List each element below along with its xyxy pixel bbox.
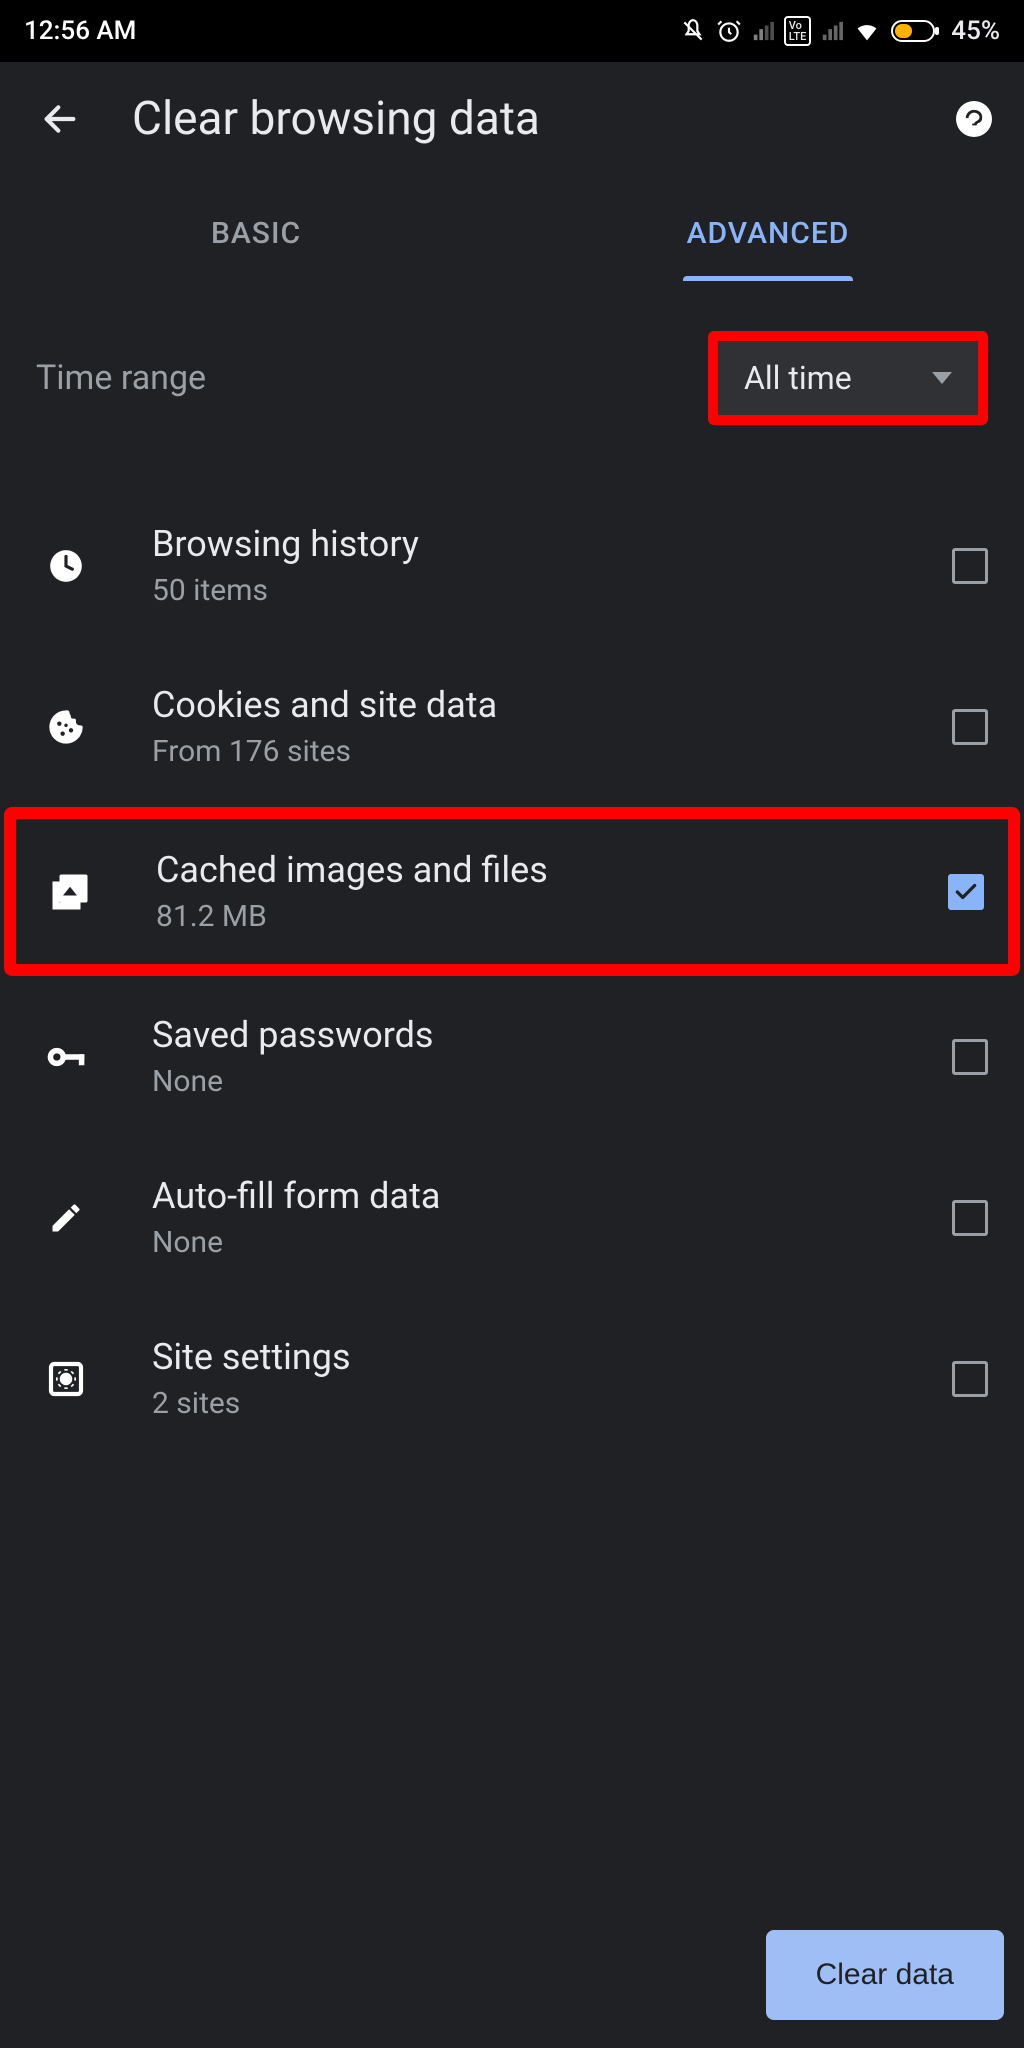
signal-icon-2 [821, 20, 843, 42]
option-text: Saved passwords None [152, 1014, 952, 1099]
alarm-icon [716, 18, 742, 44]
battery-percent: 45% [951, 16, 1000, 46]
option-text: Browsing history 50 items [152, 523, 952, 608]
checkbox[interactable] [952, 1039, 988, 1075]
option-text: Site settings 2 sites [152, 1336, 952, 1421]
time-range-value: All time [744, 359, 852, 397]
checkbox[interactable] [952, 548, 988, 584]
signal-icon [752, 20, 774, 42]
option-text: Cached images and files 81.2 MB [156, 849, 948, 934]
option-title: Auto-fill form data [152, 1175, 952, 1217]
option-text: Cookies and site data From 176 sites [152, 684, 952, 769]
app-bar: Clear browsing data [0, 62, 1024, 176]
option-title: Saved passwords [152, 1014, 952, 1056]
time-range-select[interactable]: All time [708, 331, 988, 425]
battery-icon [891, 18, 941, 44]
option-sub: 50 items [152, 573, 952, 608]
back-button[interactable] [40, 99, 80, 139]
option-saved-passwords[interactable]: Saved passwords None [0, 976, 1024, 1137]
option-cookies[interactable]: Cookies and site data From 176 sites [0, 646, 1024, 807]
help-button[interactable] [956, 101, 992, 137]
pencil-icon [36, 1200, 96, 1236]
cookie-icon [36, 707, 96, 747]
time-range-row: Time range All time [0, 291, 1024, 465]
option-site-settings[interactable]: Site settings 2 sites [0, 1298, 1024, 1459]
option-browsing-history[interactable]: Browsing history 50 items [0, 485, 1024, 646]
clock-icon [36, 547, 96, 585]
option-sub: 81.2 MB [156, 899, 948, 934]
status-right: VoLTE 45% [680, 16, 1000, 46]
option-sub: None [152, 1225, 952, 1260]
image-icon [40, 871, 100, 913]
option-sub: None [152, 1064, 952, 1099]
tab-basic[interactable]: BASIC [0, 216, 512, 281]
checkbox[interactable] [952, 1361, 988, 1397]
wifi-icon [853, 17, 881, 45]
footer: Clear data [766, 1930, 1004, 2020]
time-range-label: Time range [36, 358, 206, 398]
checkbox[interactable] [952, 1200, 988, 1236]
option-title: Browsing history [152, 523, 952, 565]
mute-icon [680, 18, 706, 44]
option-autofill[interactable]: Auto-fill form data None [0, 1137, 1024, 1298]
checkbox[interactable] [948, 874, 984, 910]
settings-page-icon [36, 1359, 96, 1399]
option-title: Site settings [152, 1336, 952, 1378]
clear-data-button[interactable]: Clear data [766, 1930, 1004, 2020]
status-bar: 12:56 AM VoLTE 45% [0, 0, 1024, 62]
volte-icon: VoLTE [784, 16, 812, 46]
status-time: 12:56 AM [24, 16, 136, 46]
chevron-down-icon [932, 372, 952, 384]
option-text: Auto-fill form data None [152, 1175, 952, 1260]
tab-advanced[interactable]: ADVANCED [512, 216, 1024, 281]
option-title: Cookies and site data [152, 684, 952, 726]
checkbox[interactable] [952, 709, 988, 745]
option-cached-images[interactable]: Cached images and files 81.2 MB [4, 807, 1020, 976]
key-icon [36, 1035, 96, 1079]
option-sub: 2 sites [152, 1386, 952, 1421]
page-title: Clear browsing data [132, 92, 916, 146]
tabs: BASIC ADVANCED [0, 216, 1024, 281]
options-list: Browsing history 50 items Cookies and si… [0, 485, 1024, 1459]
option-title: Cached images and files [156, 849, 948, 891]
option-sub: From 176 sites [152, 734, 952, 769]
